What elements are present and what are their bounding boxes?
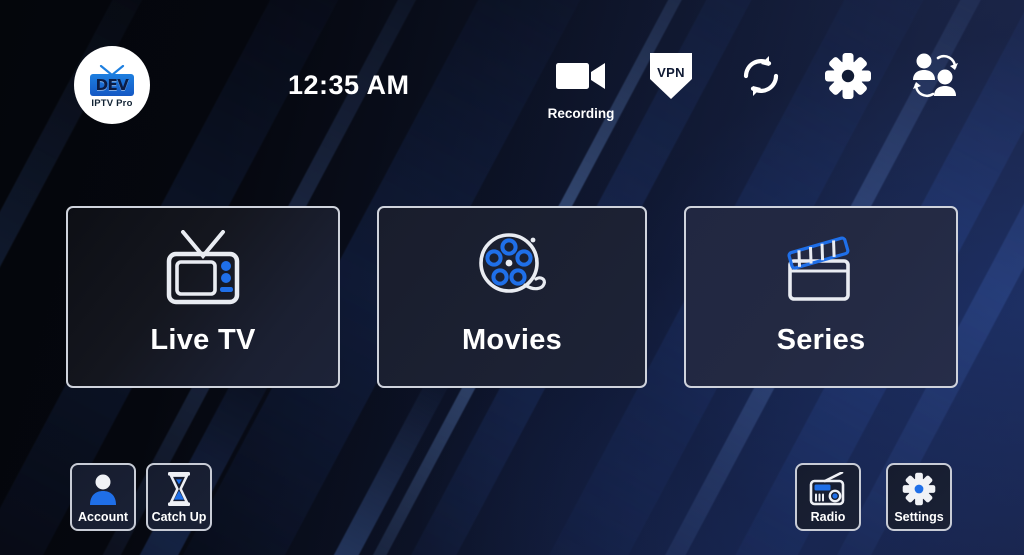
logo-main-text: DEV (95, 75, 129, 94)
recording-icon (556, 63, 605, 89)
refresh-button[interactable] (730, 48, 792, 104)
gear-icon (902, 472, 936, 506)
button-radio[interactable]: Radio (795, 463, 861, 531)
recording-label: Recording (547, 106, 615, 121)
card-live-tv[interactable]: Live TV (66, 206, 340, 388)
button-catch-up-label: Catch Up (151, 510, 207, 524)
card-series-label: Series (776, 324, 866, 356)
top-icon-row: Recording VPN (540, 48, 970, 121)
gear-icon-wrap (902, 472, 936, 506)
logo-sub-text: IPTV Pro (91, 97, 133, 109)
main-menu-cards: Live TV Movies Series (0, 206, 1024, 388)
radio-receiver-icon-wrap (809, 472, 847, 506)
recording-button[interactable]: Recording (548, 48, 614, 121)
switch-user-button[interactable] (905, 48, 967, 104)
user-avatar-icon-wrap (87, 472, 119, 506)
card-movies[interactable]: Movies (377, 206, 647, 388)
radio-receiver-icon (809, 472, 845, 506)
vpn-button[interactable]: VPN (640, 48, 702, 104)
card-series[interactable]: Series (684, 206, 958, 388)
button-settings[interactable]: Settings (886, 463, 952, 531)
button-account[interactable]: Account (70, 463, 136, 531)
switch-user-icon (913, 53, 958, 98)
film-reel-icon (479, 233, 546, 293)
refresh-icon (743, 56, 779, 96)
television-icon-wrap (159, 230, 247, 306)
hourglass-icon (168, 472, 190, 506)
user-avatar-icon (90, 474, 116, 505)
tv-logo-icon: DEV (90, 64, 134, 96)
vpn-icon: VPN (648, 51, 694, 101)
clapperboard-icon-wrap (778, 230, 864, 306)
television-icon (166, 230, 240, 305)
button-radio-label: Radio (810, 510, 846, 524)
clapperboard-icon (787, 236, 850, 301)
film-reel-icon-wrap (472, 230, 552, 306)
vpn-badge-text: VPN (657, 65, 685, 80)
button-catch-up[interactable]: Catch Up (146, 463, 212, 531)
settings-gear-icon (825, 53, 871, 99)
card-live-tv-label: Live TV (150, 324, 256, 356)
clock: 12:35 AM (288, 70, 410, 100)
settings-button-top[interactable] (817, 48, 879, 104)
hourglass-icon-wrap (165, 472, 193, 506)
iptv-home-screen: DEV IPTV Pro 12:35 AM Recording VPN Live… (0, 0, 1024, 555)
app-logo[interactable]: DEV IPTV Pro (74, 46, 150, 124)
button-account-label: Account (78, 510, 128, 524)
top-bar: DEV IPTV Pro 12:35 AM Recording VPN (0, 0, 1024, 150)
card-movies-label: Movies (461, 324, 563, 356)
button-settings-label: Settings (894, 510, 944, 524)
